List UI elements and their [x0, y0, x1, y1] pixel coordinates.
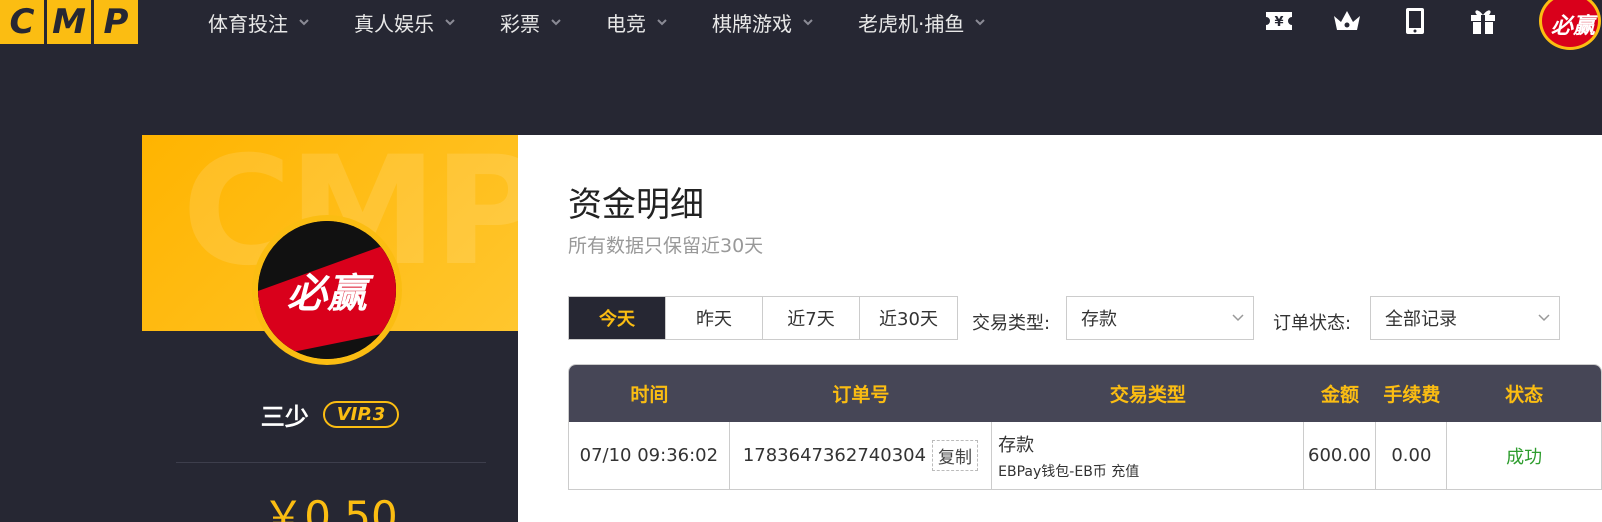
cell-transaction-type: 存款 EBPay钱包-EB币 充值: [992, 422, 1304, 489]
column-header: 金额: [1320, 384, 1359, 406]
header-icons: ¥: [1262, 4, 1534, 38]
gift-icon[interactable]: [1466, 4, 1500, 38]
tab-last-7-days[interactable]: 近7天: [763, 297, 860, 339]
chevron-down-icon: [1232, 314, 1244, 322]
transactions-table: 时间 订单号 交易类型 金额 手续费 状态 07/10 09:36:02 178…: [568, 364, 1602, 490]
cell-time: 07/10 09:36:02: [569, 422, 730, 489]
column-header: 订单号: [832, 384, 890, 406]
tablet-icon[interactable]: [1398, 4, 1432, 38]
cell-amount: 600.00: [1304, 422, 1377, 489]
nav-label: 体育投注: [208, 11, 288, 36]
nav-slots-fishing[interactable]: 老虎机·捕鱼: [858, 8, 986, 37]
logo-letter: M: [47, 0, 91, 44]
cell-fee: 0.00: [1376, 422, 1448, 489]
tab-today[interactable]: 今天: [569, 297, 666, 339]
profile-card: CMP 必赢 三少 VIP.3 ￥0.50: [142, 135, 518, 522]
order-status-label: 订单状态:: [1273, 313, 1352, 334]
cell-order-no: 1783647362740304 复制: [730, 422, 993, 489]
order-number: 1783647362740304: [742, 445, 927, 466]
tab-yesterday[interactable]: 昨天: [666, 297, 763, 339]
type-main: 存款: [998, 434, 1035, 456]
nav-card-games[interactable]: 棋牌游戏: [712, 8, 814, 37]
avatar-logo: 必赢: [258, 221, 396, 359]
transaction-type-label: 交易类型:: [972, 313, 1051, 334]
profile-avatar[interactable]: 必赢: [252, 215, 402, 365]
svg-text:¥: ¥: [1274, 15, 1283, 30]
table-header: 时间 订单号 交易类型 金额 手续费 状态: [569, 365, 1601, 422]
top-navbar: C M P 体育投注 真人娱乐 彩票 电竞 棋牌游戏 老虎机·捕鱼 ¥ 必赢: [0, 0, 1602, 50]
logo-letter: P: [94, 0, 138, 44]
nav-label: 彩票: [500, 11, 540, 36]
chevron-down-icon: [657, 19, 667, 26]
main-nav: 体育投注 真人娱乐 彩票 电竞 棋牌游戏 老虎机·捕鱼: [208, 0, 1030, 44]
cell-status: 成功: [1506, 446, 1543, 468]
page-title: 资金明细: [568, 185, 704, 225]
nav-live-casino[interactable]: 真人娱乐: [354, 8, 456, 37]
username: 三少: [260, 403, 309, 431]
chevron-down-icon: [1538, 314, 1550, 322]
date-range-tabs: 今天 昨天 近7天 近30天: [568, 296, 958, 340]
column-header: 手续费: [1383, 384, 1441, 406]
vip-badge: VIP.3: [322, 401, 400, 428]
nav-label: 老虎机·捕鱼: [858, 11, 965, 36]
divider: [176, 462, 486, 463]
chevron-down-icon: [975, 19, 986, 26]
table-row: 07/10 09:36:02 1783647362740304 复制 存款 EB…: [569, 422, 1601, 489]
nav-label: 棋牌游戏: [712, 11, 792, 36]
nav-label: 真人娱乐: [354, 11, 434, 36]
user-avatar[interactable]: 必赢: [1539, 0, 1601, 50]
type-detail: EBPay钱包-EB币 充值: [998, 463, 1140, 480]
nav-label: 电竞: [606, 11, 646, 36]
column-header: 交易类型: [1109, 384, 1186, 406]
select-value: 存款: [1081, 309, 1117, 330]
select-value: 全部记录: [1385, 309, 1457, 330]
logo-letter: C: [0, 0, 44, 44]
fund-details-panel: 资金明细 所有数据只保留近30天 今天 昨天 近7天 近30天 交易类型: 存款…: [518, 135, 1602, 522]
chevron-down-icon: [803, 19, 813, 26]
column-header: 时间: [630, 384, 669, 406]
username-row: 三少 VIP.3: [142, 397, 518, 432]
transaction-type-select[interactable]: 存款: [1066, 296, 1254, 340]
page-subtitle: 所有数据只保留近30天: [568, 235, 764, 257]
tab-last-30-days[interactable]: 近30天: [860, 297, 957, 339]
chevron-down-icon: [445, 19, 455, 26]
avatar-brand-text: 必赢: [287, 271, 374, 317]
cmp-logo[interactable]: C M P: [0, 0, 141, 44]
chevron-down-icon: [551, 19, 561, 26]
order-status-select[interactable]: 全部记录: [1370, 296, 1560, 340]
nav-sports[interactable]: 体育投注: [208, 8, 310, 37]
yen-ticket-icon[interactable]: ¥: [1262, 4, 1296, 38]
copy-button[interactable]: 复制: [932, 440, 979, 471]
column-header: 状态: [1505, 384, 1544, 406]
nav-lottery[interactable]: 彩票: [500, 8, 562, 37]
avatar-brand-text: 必赢: [1551, 13, 1599, 39]
nav-esports[interactable]: 电竞: [606, 8, 668, 37]
crown-icon[interactable]: [1330, 4, 1364, 38]
balance-amount: ￥0.50: [262, 492, 398, 522]
chevron-down-icon: [299, 19, 309, 26]
